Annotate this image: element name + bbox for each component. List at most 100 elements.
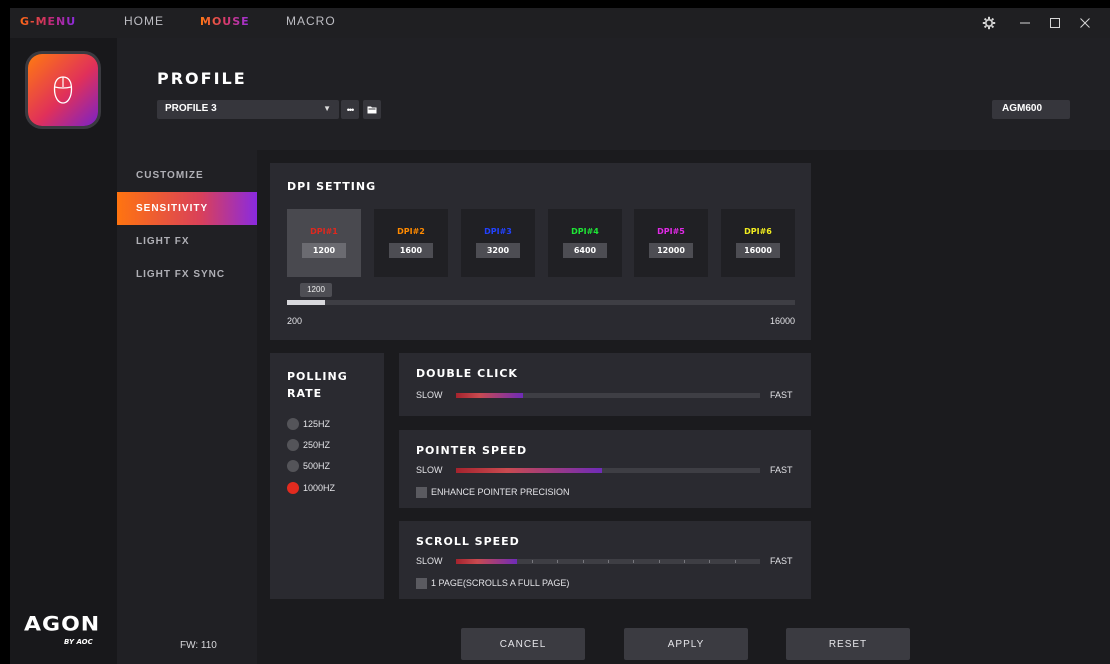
- sensitivity-content: DPI SETTING DPI#1 1200 DPI#2 1600 DPI#3 3200 D…: [257, 150, 1110, 610]
- pointer-speed-fast-label: FAST: [770, 465, 793, 475]
- scroll-speed-tick: [583, 560, 584, 563]
- scroll-speed-tick: [709, 560, 710, 563]
- scroll-speed-panel: SCROLL SPEED SLOW FAST 1 PAGE(SCROLLS A …: [399, 521, 811, 599]
- radio-label: 500HZ: [303, 461, 331, 471]
- dpi-level-card[interactable]: DPI#1 1200: [287, 209, 361, 277]
- scroll-speed-fast-label: FAST: [770, 556, 793, 566]
- scroll-speed-tick: [684, 560, 685, 563]
- dpi-level-card[interactable]: DPI#5 12000: [634, 209, 708, 277]
- settings-icon[interactable]: [978, 12, 1000, 34]
- tab-macro[interactable]: MACRO: [286, 14, 336, 28]
- sidebar-item-light-fx[interactable]: LIGHT FX: [117, 225, 257, 258]
- polling-option-500hz[interactable]: 500HZ: [287, 458, 330, 474]
- checkbox-label: ENHANCE POINTER PRECISION: [431, 487, 570, 497]
- dpi-level-label: DPI#4: [571, 227, 599, 236]
- dpi-level-card[interactable]: DPI#4 6400: [548, 209, 622, 277]
- dpi-level-label: DPI#6: [744, 227, 772, 236]
- sidebar-item-customize[interactable]: CUSTOMIZE: [117, 159, 257, 192]
- tab-home[interactable]: HOME: [124, 14, 164, 28]
- page-title: PROFILE: [157, 69, 247, 88]
- dpi-level-label: DPI#3: [484, 227, 512, 236]
- dpi-level-value: 1200: [302, 243, 346, 258]
- dpi-setting-panel: DPI SETTING DPI#1 1200 DPI#2 1600 DPI#3 3200 D…: [270, 163, 811, 340]
- double-click-slow-label: SLOW: [416, 390, 443, 400]
- scroll-speed-tick: [659, 560, 660, 563]
- scroll-speed-tick: [557, 560, 558, 563]
- double-click-panel: DOUBLE CLICK SLOW FAST: [399, 353, 811, 416]
- full-page-scroll-checkbox[interactable]: 1 PAGE(SCROLLS A FULL PAGE): [416, 576, 569, 590]
- radio-icon: [287, 439, 299, 451]
- dpi-slider-fill: [287, 300, 325, 305]
- scroll-speed-tick: [532, 560, 533, 563]
- polling-rate-title-line1: POLLING: [287, 370, 348, 383]
- minimize-icon[interactable]: [1014, 12, 1036, 34]
- dpi-setting-title: DPI SETTING: [287, 180, 377, 193]
- polling-option-1000hz[interactable]: 1000HZ: [287, 480, 335, 496]
- maximize-icon[interactable]: [1044, 12, 1066, 34]
- double-click-slider-fill: [456, 393, 523, 398]
- reset-button[interactable]: RESET: [786, 628, 910, 660]
- double-click-fast-label: FAST: [770, 390, 793, 400]
- dpi-level-value: 3200: [476, 243, 520, 258]
- dpi-slider-min: 200: [287, 316, 303, 326]
- dpi-level-card[interactable]: DPI#3 3200: [461, 209, 535, 277]
- scroll-speed-slow-label: SLOW: [416, 556, 443, 566]
- enhance-pointer-precision-checkbox[interactable]: ENHANCE POINTER PRECISION: [416, 485, 570, 499]
- double-click-title: DOUBLE CLICK: [416, 367, 518, 380]
- radio-icon: [287, 418, 299, 430]
- radio-label: 1000HZ: [303, 483, 336, 493]
- radio-icon: [287, 460, 299, 472]
- polling-option-125hz[interactable]: 125HZ: [287, 416, 330, 432]
- side-nav: CUSTOMIZE SENSITIVITY LIGHT FX LIGHT FX …: [117, 150, 257, 664]
- apply-button[interactable]: APPLY: [624, 628, 748, 660]
- title-bar: G-MENU HOME MOUSE MACRO: [10, 8, 1110, 38]
- checkbox-icon: [416, 486, 427, 498]
- dpi-level-label: DPI#1: [310, 227, 338, 236]
- dpi-level-value: 16000: [736, 243, 780, 258]
- dpi-level-card[interactable]: DPI#6 16000: [721, 209, 795, 277]
- dpi-level-card[interactable]: DPI#2 1600: [374, 209, 448, 277]
- device-model-badge: AGM600: [992, 100, 1070, 119]
- agon-logo-sub: BY AOC: [64, 638, 93, 646]
- polling-option-250hz[interactable]: 250HZ: [287, 437, 330, 453]
- dpi-slider[interactable]: 1200: [287, 283, 795, 307]
- scroll-speed-slider-fill: [456, 559, 517, 564]
- radio-label: 250HZ: [303, 440, 331, 450]
- folder-icon: [367, 106, 377, 114]
- dpi-slider-max: 16000: [769, 316, 795, 326]
- scroll-speed-tick: [633, 560, 634, 563]
- pointer-speed-slider-fill: [456, 468, 602, 473]
- dpi-level-value: 6400: [563, 243, 607, 258]
- tab-mouse[interactable]: MOUSE: [200, 15, 250, 28]
- agon-logo-main: AGON: [24, 613, 101, 636]
- cancel-button[interactable]: CANCEL: [461, 628, 585, 660]
- profile-select[interactable]: PROFILE 3 ▼: [157, 100, 339, 119]
- radio-selected-icon: [287, 482, 299, 494]
- polling-rate-title-line2: RATE: [287, 387, 323, 400]
- dpi-level-value: 1600: [389, 243, 433, 258]
- app-brand: G-MENU: [20, 15, 77, 28]
- dpi-level-value: 12000: [649, 243, 693, 258]
- firmware-version: FW: 110: [180, 640, 217, 651]
- radio-label: 125HZ: [303, 419, 331, 429]
- profile-select-value: PROFILE 3: [165, 103, 217, 114]
- profile-export-button[interactable]: [363, 100, 381, 119]
- chevron-down-icon: ▼: [323, 104, 331, 113]
- dpi-level-label: DPI#2: [397, 227, 425, 236]
- close-icon[interactable]: [1074, 12, 1096, 34]
- profile-more-button[interactable]: •••: [341, 100, 359, 119]
- scroll-speed-tick: [735, 560, 736, 563]
- dpi-slider-tooltip: 1200: [300, 283, 332, 297]
- pointer-speed-title: POINTER SPEED: [416, 444, 528, 457]
- pointer-speed-slow-label: SLOW: [416, 465, 443, 475]
- polling-rate-panel: POLLING RATE 125HZ 250HZ 500HZ 1000HZ: [270, 353, 384, 599]
- dpi-level-label: DPI#5: [657, 227, 685, 236]
- sidebar-item-light-fx-sync[interactable]: LIGHT FX SYNC: [117, 258, 257, 291]
- pointer-speed-panel: POINTER SPEED SLOW FAST ENHANCE POINTER …: [399, 430, 811, 508]
- action-footer: CANCEL APPLY RESET: [257, 610, 1110, 664]
- sidebar-item-sensitivity[interactable]: SENSITIVITY: [117, 192, 257, 225]
- mouse-device-tile[interactable]: [28, 54, 98, 126]
- dpi-slider-track: [287, 300, 795, 305]
- scroll-speed-title: SCROLL SPEED: [416, 535, 520, 548]
- profile-header: PROFILE PROFILE 3 ▼ ••• AGM600: [117, 38, 1110, 150]
